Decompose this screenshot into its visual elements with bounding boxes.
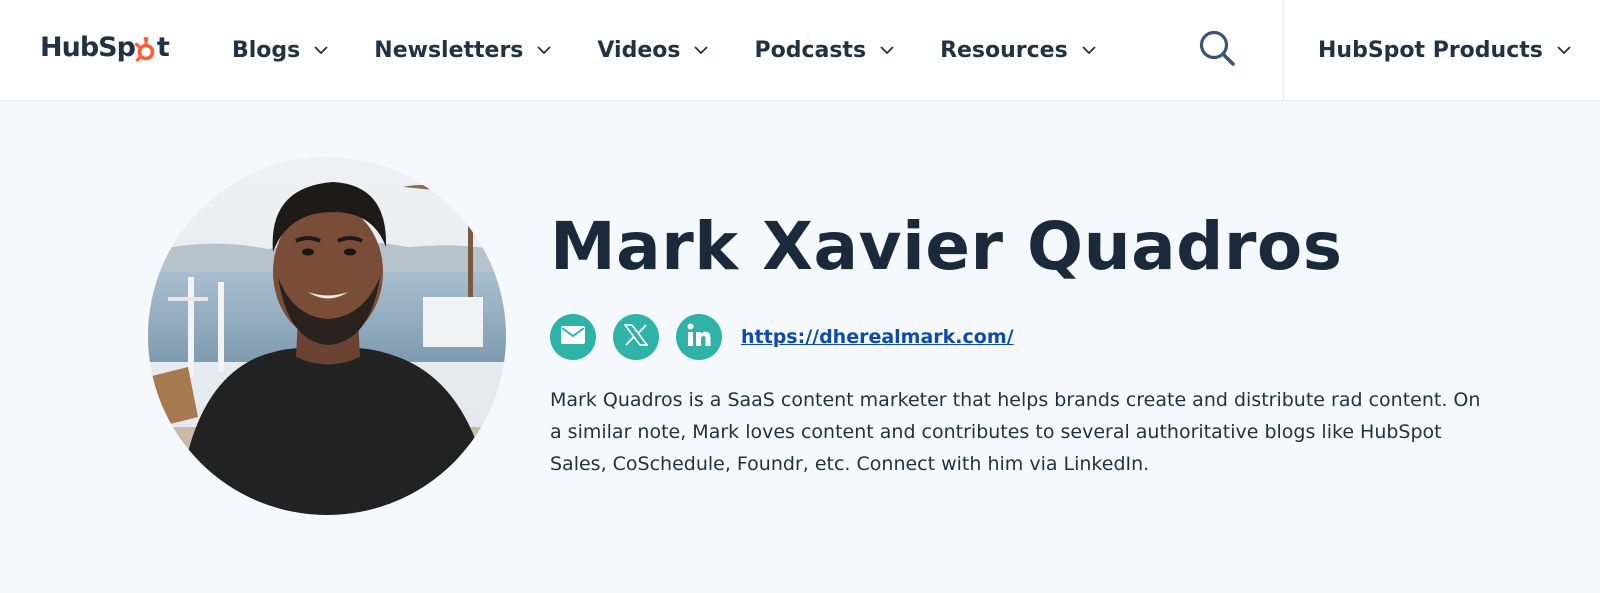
chevron-down-icon — [314, 45, 328, 55]
x-twitter-icon — [623, 323, 649, 351]
chevron-down-icon — [1082, 45, 1096, 55]
nav-item-blogs[interactable]: Blogs — [232, 38, 328, 63]
author-website-link[interactable]: https://dherealmark.com/ — [741, 326, 1014, 348]
linkedin-link[interactable] — [676, 314, 722, 360]
logo-wordmark: HubSp t — [40, 31, 170, 63]
nav-item-videos[interactable]: Videos — [597, 37, 709, 63]
nav-item-label: Newsletters — [374, 37, 524, 63]
chevron-down-icon — [694, 45, 709, 55]
hubspot-logo[interactable]: HubSp t — [40, 27, 170, 67]
chevron-down-icon — [1557, 45, 1571, 55]
author-name: Mark Xavier Quadros — [550, 208, 1343, 285]
x-twitter-link[interactable] — [613, 314, 659, 360]
email-icon — [561, 325, 585, 349]
social-links: https://dherealmark.com/ — [550, 314, 1014, 360]
chevron-down-icon — [537, 45, 552, 55]
site-header: HubSp t Blogs Newsletters Videos Podcast… — [0, 0, 1600, 101]
author-bio: Mark Quadros is a SaaS content marketer … — [550, 389, 1481, 475]
main-nav: Blogs Newsletters Videos Podcasts Resour… — [232, 0, 1142, 100]
chevron-down-icon — [880, 45, 894, 55]
author-photo — [148, 157, 506, 515]
nav-item-newsletters[interactable]: Newsletters — [374, 37, 552, 63]
linkedin-icon — [687, 323, 711, 352]
hubspot-products-menu[interactable]: HubSpot Products — [1318, 0, 1571, 100]
search-icon — [1197, 30, 1239, 74]
email-link[interactable] — [550, 314, 596, 360]
nav-item-label: Blogs — [232, 37, 301, 63]
products-label: HubSpot Products — [1318, 37, 1543, 63]
sprocket-icon — [134, 32, 157, 63]
nav-item-label: Podcasts — [754, 37, 867, 63]
nav-item-podcasts[interactable]: Podcasts — [754, 38, 894, 63]
header-divider — [1283, 0, 1284, 100]
nav-item-resources[interactable]: Resources — [940, 38, 1096, 63]
search-button[interactable] — [1197, 28, 1239, 70]
nav-item-label: Videos — [597, 37, 681, 63]
nav-item-label: Resources — [940, 37, 1068, 63]
